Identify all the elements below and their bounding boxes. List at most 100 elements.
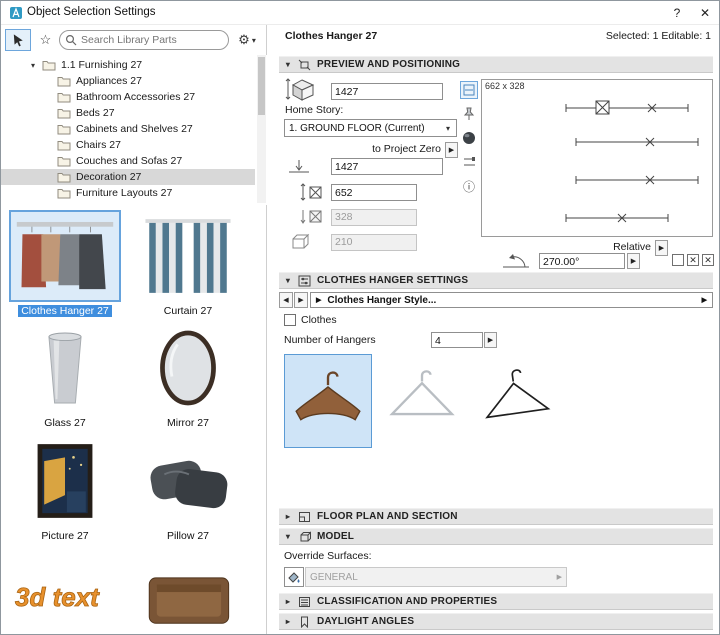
- library-settings-button[interactable]: ⚙ ▾: [233, 29, 263, 51]
- clothes-checkbox[interactable]: [284, 314, 296, 326]
- close-button[interactable]: ✕: [691, 1, 719, 25]
- anchor-height-icon: [299, 182, 325, 202]
- object-select-button[interactable]: [5, 29, 31, 51]
- clothes-label: Clothes: [301, 314, 337, 326]
- thumbnail-picture[interactable]: [9, 435, 121, 527]
- 3d-text-image: 3d text: [15, 581, 101, 612]
- collapse-arrow-icon: ▾: [285, 532, 291, 541]
- tree-item-furniture-layouts[interactable]: Furniture Layouts 27: [1, 185, 255, 201]
- thumbnail-mirror[interactable]: [132, 322, 244, 414]
- thumbnail-label: Clothes Hanger 27: [9, 305, 121, 317]
- rotation-flyout[interactable]: ▶: [627, 253, 640, 269]
- hanger-style-dropdown[interactable]: ▶ Clothes Hanger Style... ▶: [310, 292, 713, 308]
- tree-item-label: Chairs 27: [76, 139, 121, 151]
- elevation-field[interactable]: [331, 158, 443, 175]
- preview-canvas[interactable]: 662 x 328: [481, 79, 713, 237]
- next-page-button[interactable]: ▶: [294, 292, 308, 308]
- hangers-flyout[interactable]: ▶: [484, 332, 497, 348]
- star-icon: ☆: [39, 32, 52, 47]
- hanger-style-wire-option[interactable]: [472, 354, 560, 448]
- dim-b-field[interactable]: 328: [331, 209, 417, 226]
- home-story-dropdown[interactable]: 1. GROUND FLOOR (Current) ▾: [284, 119, 457, 137]
- tree-item-furnishing[interactable]: ▾ 1.1 Furnishing 27: [1, 57, 255, 73]
- flyout-arrow-icon: ▶: [701, 297, 707, 304]
- tree-item-label: Beds 27: [76, 107, 115, 119]
- selection-title: Clothes Hanger 27: [285, 30, 378, 42]
- info-icon: ⓘ: [462, 179, 475, 194]
- favorites-button[interactable]: ☆: [34, 29, 57, 51]
- svg-text:3d text: 3d text: [15, 582, 100, 612]
- elevation-icon: [287, 158, 311, 176]
- tree-scrollbar[interactable]: [257, 55, 266, 203]
- section-preview-positioning[interactable]: ▾ PREVIEW AND POSITIONING: [279, 56, 713, 73]
- scrollbar-thumb[interactable]: [258, 57, 265, 115]
- section-classification[interactable]: ▸ CLASSIFICATION AND PROPERTIES: [279, 593, 713, 610]
- section-daylight[interactable]: ▸ DAYLIGHT ANGLES: [279, 613, 713, 630]
- search-icon: [65, 34, 77, 46]
- section-title: PREVIEW AND POSITIONING: [317, 59, 461, 70]
- tree-item-label: Appliances 27: [76, 75, 142, 87]
- section-title: DAYLIGHT ANGLES: [317, 616, 415, 627]
- tree-item-label: Cabinets and Shelves 27: [76, 123, 193, 135]
- search-input[interactable]: [81, 34, 224, 46]
- hanger-style-plastic-option[interactable]: [378, 354, 466, 448]
- to-project-zero-flyout[interactable]: ▶: [445, 142, 458, 158]
- tree-item-appliances[interactable]: Appliances 27: [1, 73, 255, 89]
- tree-item-label: Decoration 27: [76, 171, 142, 183]
- section-floor-plan[interactable]: ▸ FLOOR PLAN AND SECTION: [279, 508, 713, 525]
- thumbnail-curtain[interactable]: [132, 210, 244, 302]
- thumbnail-tray[interactable]: [132, 549, 244, 634]
- dim-c-field[interactable]: 210: [331, 234, 417, 251]
- tree-item-chairs[interactable]: Chairs 27: [1, 137, 255, 153]
- section-model[interactable]: ▾ MODEL: [279, 528, 713, 545]
- number-of-hangers-field[interactable]: [431, 332, 483, 348]
- rotation-angle-field[interactable]: [539, 253, 625, 269]
- pushpin-icon: [463, 107, 475, 120]
- plan-view-button[interactable]: [460, 81, 478, 99]
- mirror-none-checkbox[interactable]: [672, 254, 684, 266]
- thumbnail-3d-text[interactable]: 3d text: [9, 549, 121, 634]
- surface-dropdown[interactable]: GENERAL ▶: [305, 567, 567, 587]
- selection-status: Selected: 1 Editable: 1: [605, 30, 711, 42]
- model-view-button[interactable]: [460, 129, 478, 147]
- surface-picker-button[interactable]: [284, 567, 304, 587]
- prev-page-button[interactable]: ◀: [279, 292, 293, 308]
- section-view-button[interactable]: [460, 153, 478, 171]
- object-selection-settings-dialog: Object Selection Settings ? ✕ ☆ ⚙ ▾ ▾ 1.…: [0, 0, 720, 635]
- pin-view-button[interactable]: [460, 105, 478, 123]
- plan-symbol-icon: [463, 84, 475, 96]
- chevron-down-icon: ▾: [251, 35, 256, 45]
- thumbnail-pillow[interactable]: [132, 435, 244, 527]
- info-button[interactable]: ⓘ: [460, 177, 478, 195]
- hanger-style-wood-option[interactable]: [284, 354, 372, 448]
- collapse-arrow-icon: ▾: [285, 60, 291, 69]
- thumbnail-glass[interactable]: [9, 322, 121, 414]
- library-tree: ▾ 1.1 Furnishing 27 Appliances 27 Bathro…: [1, 55, 267, 205]
- thumbnail-label: Picture 27: [41, 530, 89, 542]
- pillow-image: [150, 460, 228, 509]
- help-button[interactable]: ?: [663, 1, 691, 25]
- thumbnail-clothes-hanger[interactable]: [9, 210, 121, 302]
- tree-item-cabinets-shelves[interactable]: Cabinets and Shelves 27: [1, 121, 255, 137]
- 3d-sphere-icon: [463, 132, 475, 144]
- tree-item-decoration[interactable]: Decoration 27: [1, 169, 255, 185]
- surface-value: GENERAL: [310, 571, 358, 583]
- object-height-field[interactable]: [331, 83, 443, 100]
- clothes-rack-image: [16, 221, 114, 290]
- tree-item-bathroom-accessories[interactable]: Bathroom Accessories 27: [1, 89, 255, 105]
- wooden-hanger-icon: [295, 371, 361, 421]
- mirror-y-checkbox[interactable]: ✕: [702, 254, 714, 266]
- thumbnail-label: Mirror 27: [166, 417, 209, 429]
- tree-item-couches-sofas[interactable]: Couches and Sofas 27: [1, 153, 255, 169]
- section-hanger-settings[interactable]: ▾ CLOTHES HANGER SETTINGS: [279, 272, 713, 289]
- cursor-icon: [13, 33, 23, 46]
- wire-hanger-icon: [485, 369, 551, 419]
- tree-item-beds[interactable]: Beds 27: [1, 105, 255, 121]
- relative-flyout[interactable]: ▶: [655, 240, 668, 256]
- curtain-image: [145, 219, 231, 293]
- dim-a-field[interactable]: [331, 184, 417, 201]
- mirror-x-checkbox[interactable]: ✕: [687, 254, 699, 266]
- folder-icon: [57, 93, 71, 103]
- number-of-hangers-label: Number of Hangers: [284, 334, 376, 346]
- folder-icon: [57, 157, 71, 167]
